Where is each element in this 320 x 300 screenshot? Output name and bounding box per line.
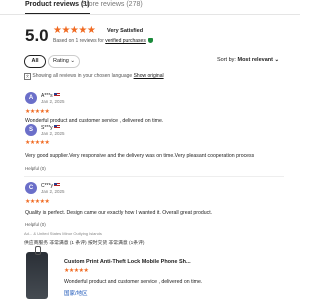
average-stars: ★★★★★ [53, 25, 96, 36]
flag-icon [53, 125, 60, 129]
sort-value: Most relevant ⌄ [237, 57, 280, 63]
flag-icon [53, 183, 60, 187]
helpful-button[interactable]: Helpful (0) [25, 222, 46, 227]
translate-icon: 文 [24, 73, 31, 80]
verified-shield-icon [148, 38, 154, 43]
avatar: C [25, 182, 37, 194]
product-review-stars: ★★★★★ [64, 268, 89, 274]
review-stars: ★★★★★ [25, 109, 50, 115]
product-review-text: Wonderful product and customer service ,… [64, 279, 203, 285]
divider [24, 176, 284, 177]
based-on-text: Based on 1 reviews for verified purchase… [53, 38, 154, 44]
review-date: Jan 2, 2025 [41, 189, 65, 194]
review-text: Very good supplier.Very responsive and t… [25, 153, 255, 159]
tab-store-reviews[interactable]: Store reviews (278) [82, 1, 143, 13]
flag-icon [53, 93, 60, 97]
filter-rating-dropdown[interactable]: Rating ⌄ [48, 55, 80, 68]
filter-all-button[interactable]: All [24, 55, 46, 68]
product-thumbnail[interactable] [26, 246, 48, 299]
language-note-text: Showing all reviews in your chosen langu… [32, 73, 133, 79]
review-text: Wonderful product and customer service ,… [25, 118, 164, 124]
avatar: S [25, 124, 37, 136]
based-on-prefix: Based on 1 reviews for [53, 38, 104, 44]
sort-dropdown[interactable]: Sort by: Most relevant ⌄ [217, 57, 279, 63]
supplier-ratings: 供应商服务 非常满意 (1 条评) 按时交货 非常满意 (1条评) [24, 241, 145, 246]
review-stars: ★★★★★ [25, 199, 50, 205]
verified-purchases-link[interactable]: verified purchases [105, 38, 146, 44]
average-score: 5.0 [25, 26, 49, 45]
region-note: Ad... & United States Minor Outlying Isl… [24, 231, 102, 236]
review-tabs: Product reviews (1) Store reviews (278) [0, 0, 300, 15]
review-stars: ★★★★★ [25, 140, 50, 146]
review-date: Jan 2, 2025 [41, 131, 65, 136]
review-text: Quality is perfect. Design came our exac… [25, 210, 213, 216]
review-date: Jan 2, 2025 [41, 99, 65, 104]
country-region-link[interactable]: 国家/地区 [64, 289, 88, 297]
helpful-button[interactable]: Helpful (0) [25, 166, 46, 171]
satisfaction-label: Very Satisfied [107, 28, 144, 34]
tab-product-reviews[interactable]: Product reviews (1) [25, 1, 90, 14]
product-title[interactable]: Custom Print Anti-Theft Lock Mobile Phon… [64, 259, 191, 265]
language-note: 文 Showing all reviews in your chosen lan… [24, 73, 164, 80]
avatar: A [25, 92, 37, 104]
sort-prefix: Sort by: [217, 57, 236, 63]
show-original-link[interactable]: Show original [134, 73, 164, 79]
